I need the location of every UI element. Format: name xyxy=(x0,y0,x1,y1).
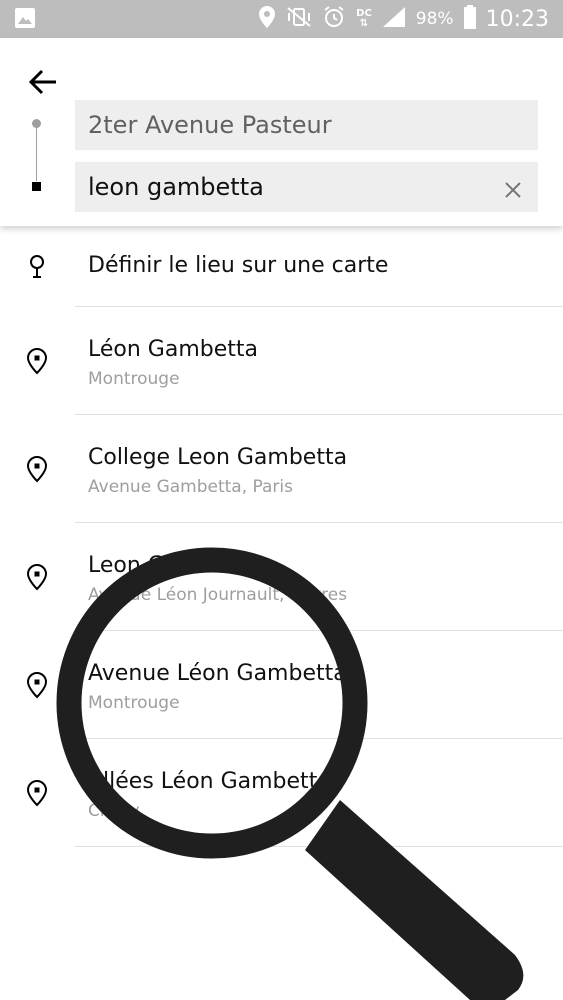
location-icon xyxy=(25,563,49,591)
list-item-subtitle: Clichy xyxy=(88,801,140,821)
list-item-subtitle: Montrouge xyxy=(88,369,180,389)
list-item-title: College Leon Gambetta xyxy=(88,445,348,470)
divider xyxy=(75,846,563,847)
route-connector xyxy=(36,123,37,181)
list-item-subtitle: Avenue Gambetta, Paris xyxy=(88,477,293,497)
list-item[interactable]: Allées Léon Gambetta Clichy xyxy=(0,739,563,847)
list-item-title: Leon Gambetta xyxy=(88,553,258,578)
battery-icon xyxy=(463,5,476,33)
location-icon xyxy=(25,347,49,375)
list-item[interactable]: College Leon Gambetta Avenue Gambetta, P… xyxy=(0,415,563,523)
destination-value: leon gambetta xyxy=(88,173,264,201)
suggestion-list: Définir le lieu sur une carte Léon Gambe… xyxy=(0,226,563,847)
battery-percent: 98% xyxy=(415,9,454,29)
clear-icon[interactable] xyxy=(504,177,522,198)
pickup-field[interactable]: 2ter Avenue Pasteur xyxy=(75,100,538,150)
list-item-title: Léon Gambetta xyxy=(88,337,258,362)
alarm-icon xyxy=(322,5,346,33)
destination-square-icon xyxy=(32,182,41,191)
back-arrow-icon[interactable] xyxy=(26,66,62,98)
data-connection-icon: DC ⇅ xyxy=(356,8,372,29)
list-item-set-on-map[interactable]: Définir le lieu sur une carte xyxy=(0,226,563,307)
list-item[interactable]: Léon Gambetta Montrouge xyxy=(0,307,563,415)
list-item[interactable]: Leon Gambetta Avenue Léon Journault, Sèv… xyxy=(0,523,563,631)
list-item-title: Définir le lieu sur une carte xyxy=(88,253,389,278)
mute-vibrate-icon xyxy=(286,6,312,32)
list-item-title: Avenue Léon Gambetta xyxy=(88,661,347,686)
clock: 10:23 xyxy=(485,6,549,32)
signal-icon xyxy=(382,6,406,32)
map-pin-icon xyxy=(25,253,49,281)
route-search-header: 2ter Avenue Pasteur leon gambetta xyxy=(0,38,563,226)
list-item[interactable]: Avenue Léon Gambetta Montrouge xyxy=(0,631,563,739)
location-icon xyxy=(25,779,49,807)
pickup-value: 2ter Avenue Pasteur xyxy=(88,111,332,139)
status-bar: DC ⇅ 98% 10:23 xyxy=(0,0,563,38)
gallery-notification-icon xyxy=(14,7,36,33)
list-item-subtitle: Montrouge xyxy=(88,693,180,713)
location-icon xyxy=(25,671,49,699)
list-item-title: Allées Léon Gambetta xyxy=(88,769,331,794)
location-icon xyxy=(25,455,49,483)
destination-field[interactable]: leon gambetta xyxy=(75,162,538,212)
location-status-icon xyxy=(258,5,276,33)
list-item-subtitle: Avenue Léon Journault, Sèvres xyxy=(88,585,348,605)
